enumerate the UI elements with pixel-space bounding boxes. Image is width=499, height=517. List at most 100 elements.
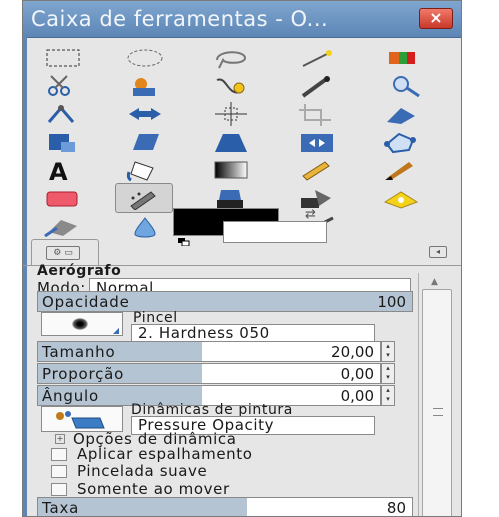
tool-button-zoom[interactable] — [371, 71, 429, 101]
scroll-up-icon[interactable]: ▲ — [431, 277, 438, 287]
brush-button[interactable]: ◢ — [41, 312, 123, 336]
toolbox-window: Caixa de ferramentas - O... × A ⇄ ⚙ ▭ ◂ … — [22, 0, 462, 517]
tool-button-blend[interactable] — [201, 155, 259, 185]
ellipse-select-icon — [127, 49, 163, 67]
svg-text:A: A — [49, 158, 68, 182]
tool-button-perspective[interactable] — [201, 127, 259, 157]
window-border — [23, 37, 27, 516]
tool-button-rotate[interactable] — [371, 99, 429, 129]
angle-value: 0,00 — [340, 387, 374, 405]
dynamics-icon — [56, 411, 105, 429]
close-icon: × — [429, 8, 443, 27]
tool-button-rect-select[interactable] — [33, 43, 91, 73]
heal-icon — [383, 191, 419, 209]
tool-button-clone[interactable] — [287, 183, 345, 213]
brush-corner-icon: ◢ — [112, 326, 119, 335]
foreground-select-icon — [133, 78, 155, 96]
tool-button-measure[interactable] — [33, 99, 91, 129]
bucket-fill-icon — [126, 161, 154, 182]
size-value: 20,00 — [331, 343, 374, 361]
perspective-clone-icon — [44, 220, 77, 238]
tool-button-paths[interactable] — [201, 71, 259, 101]
scroll-thumb[interactable] — [422, 289, 452, 516]
color-picker-icon — [301, 76, 330, 98]
tool-button-foreground-select[interactable] — [115, 71, 173, 101]
tool-button-scale[interactable] — [33, 127, 91, 157]
tool-button-cage[interactable] — [371, 127, 429, 157]
tool-button-ellipse-select[interactable] — [115, 43, 173, 73]
tool-button-airbrush[interactable] — [115, 183, 173, 213]
rotate-icon — [387, 108, 415, 124]
cage-icon — [384, 132, 416, 154]
tool-button-color-select[interactable] — [371, 43, 429, 73]
measure-icon — [47, 105, 75, 123]
size-label: Tamanho — [42, 343, 116, 361]
tab-menu-icon[interactable]: ◂ — [429, 246, 447, 258]
brush-preview — [72, 318, 88, 330]
angle-spinner[interactable]: ▴ ▾ — [381, 385, 395, 406]
smooth-stroke-checkbox[interactable] — [51, 465, 67, 478]
tool-button-scissors[interactable] — [33, 71, 91, 101]
smooth-stroke-label: Pincelada suave — [77, 462, 208, 480]
options-scrollbar[interactable]: ▲ — [418, 273, 455, 516]
move-icon — [129, 108, 161, 120]
opacity-label: Opacidade — [42, 293, 130, 311]
zoom-icon — [393, 76, 420, 98]
aspect-label: Proporção — [42, 365, 125, 383]
tab-tool-options[interactable]: ⚙ ▭ — [31, 239, 99, 265]
pencil-icon — [302, 161, 330, 181]
scissors-icon — [48, 75, 70, 96]
tool-button-crop[interactable] — [287, 99, 345, 129]
apply-jitter-checkbox[interactable] — [51, 448, 67, 461]
tool-title: Aerógrafo — [37, 263, 122, 279]
text-icon: A — [49, 158, 68, 182]
clone-icon — [301, 190, 331, 208]
opacity-slider[interactable]: Opacidade 100 — [37, 291, 413, 312]
scale-icon — [49, 134, 75, 152]
swap-colors-icon[interactable]: ⇄ — [305, 207, 316, 222]
apply-jitter-label: Aplicar espalhamento — [77, 445, 253, 463]
dynamics-button[interactable] — [41, 406, 123, 432]
airbrush-icon — [130, 191, 156, 210]
color-select-icon — [389, 52, 415, 64]
tool-button-move[interactable] — [115, 99, 173, 129]
angle-label: Ângulo — [42, 387, 99, 405]
tool-button-flip[interactable] — [287, 127, 345, 157]
window-title: Caixa de ferramentas - O... — [31, 7, 329, 31]
options-tabs: ⚙ ▭ ◂ — [23, 237, 461, 266]
tool-button-lasso[interactable] — [201, 43, 259, 73]
rate-value: 80 — [386, 499, 406, 517]
scroll-grip — [433, 408, 443, 416]
tool-button-align[interactable] — [201, 99, 259, 129]
rect-select-icon — [46, 49, 80, 67]
align-icon — [215, 102, 247, 126]
motion-only-checkbox[interactable] — [51, 483, 67, 496]
close-button[interactable]: × — [419, 8, 453, 29]
rate-slider[interactable]: Taxa 80 — [37, 497, 413, 517]
expander-icon[interactable]: + — [55, 434, 65, 444]
opacity-value: 100 — [377, 293, 406, 311]
blend-icon — [214, 161, 248, 179]
title-bar[interactable]: Caixa de ferramentas - O... × — [23, 1, 461, 38]
tool-button-color-picker[interactable] — [287, 71, 345, 101]
tool-button-shear[interactable] — [115, 127, 173, 157]
size-spinner[interactable]: ▴ ▾ — [381, 341, 395, 362]
size-slider[interactable]: Tamanho 20,00 — [37, 341, 381, 362]
blur-icon — [134, 217, 156, 238]
lasso-icon — [216, 51, 247, 69]
shear-icon — [133, 134, 159, 150]
aspect-spinner[interactable]: ▴ ▾ — [381, 363, 395, 384]
tool-button-fuzzy-select[interactable] — [287, 43, 345, 73]
tool-button-text[interactable]: A — [33, 155, 91, 185]
aspect-slider[interactable]: Proporção 0,00 — [37, 363, 381, 384]
tool-button-paintbrush[interactable] — [371, 155, 429, 185]
tool-options-icon: ⚙ ▭ — [46, 246, 80, 260]
tool-button-heal[interactable] — [371, 183, 429, 213]
tool-button-pencil[interactable] — [287, 155, 345, 185]
tool-button-bucket-fill[interactable] — [115, 155, 173, 185]
perspective-icon — [215, 134, 247, 152]
tool-button-eraser[interactable] — [33, 183, 91, 213]
paintbrush-icon — [385, 162, 413, 180]
ink-icon — [217, 190, 243, 208]
crop-icon — [299, 104, 331, 126]
